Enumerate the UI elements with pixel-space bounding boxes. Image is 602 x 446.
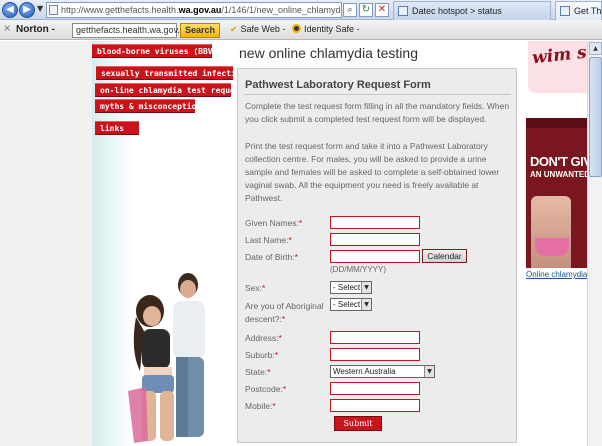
required-mark: * [298, 218, 303, 228]
sex-label: Sex:* [245, 283, 266, 293]
ad-subheadline: AN UNWANTED SU [530, 170, 587, 179]
browser-toolbar: ◀ ▶ ▼ http://www.getthefacts.health.wa.g… [0, 0, 602, 20]
postcode-label: Postcode:* [245, 384, 287, 394]
history-dropdown-icon[interactable]: ▼ [37, 4, 43, 13]
search-dropdown-icon[interactable]: ⌕ [343, 3, 357, 17]
dob-format-hint: (DD/MM/YYYY) [330, 265, 386, 274]
dob-label: Date of Birth:* [245, 252, 298, 262]
logo-text: wim stokie [531, 41, 587, 69]
tab-favicon-icon [560, 6, 570, 16]
required-mark: * [278, 333, 282, 343]
state-label: State:* [245, 367, 271, 377]
required-mark: * [281, 314, 286, 324]
state-select-value: Western Australia [333, 367, 396, 376]
safe-web-menu[interactable]: ✔ Safe Web - [230, 24, 285, 35]
required-mark: * [294, 252, 298, 262]
ad-figure [531, 196, 571, 268]
required-mark: * [267, 367, 271, 377]
norton-menu[interactable]: Norton - [16, 24, 55, 35]
form-intro-2: Print the test request form and take it … [245, 141, 500, 203]
form-intro-1: Complete the test request form filling i… [245, 101, 510, 124]
chlamydia-ad-banner[interactable]: DON'T GIVE AN UNWANTED SU [526, 118, 587, 268]
ad-top-bar [526, 118, 587, 128]
ad-figure-detail [535, 238, 569, 256]
scroll-up-icon[interactable]: ▲ [589, 42, 602, 55]
required-mark: * [274, 350, 279, 360]
forward-button[interactable]: ▶ [19, 2, 35, 18]
last-name-label: Last Name:* [245, 235, 292, 245]
mobile-field[interactable] [330, 399, 420, 412]
given-names-label: Given Names:* [245, 218, 303, 228]
norton-search-button[interactable]: Search [180, 23, 220, 38]
safe-web-label: Safe Web - [240, 24, 286, 34]
norton-search-input[interactable]: getthefacts.health.wa.gov.au [72, 23, 190, 38]
sidebar-item-test-request[interactable]: on-line chlamydia test request [95, 83, 231, 97]
sidebar-item-links[interactable]: links [95, 121, 139, 135]
request-form: Pathwest Laboratory Request Form Complet… [237, 68, 517, 443]
refresh-icon[interactable]: ↻ [359, 3, 373, 17]
required-mark: * [288, 235, 292, 245]
wim-stokie-logo[interactable]: wim stokie [528, 41, 587, 93]
form-divider [244, 94, 511, 95]
given-names-field[interactable] [330, 216, 420, 229]
identity-safe-icon [292, 24, 301, 33]
tab-label: Get The Facts - new online chlamydia tes… [574, 6, 602, 16]
mobile-label: Mobile:* [245, 401, 276, 411]
postcode-field[interactable] [330, 382, 420, 395]
norton-toolbar: × Norton - getthefacts.health.wa.gov.au … [0, 20, 602, 40]
url-suffix: /1/146/1/new_online_chlamydia_testing.pm [221, 5, 341, 15]
dob-field[interactable] [330, 250, 420, 263]
sidebar-item-bbv[interactable]: blood-borne viruses (BBVs) [92, 44, 212, 58]
address-label: Address:* [245, 333, 282, 343]
vertical-scrollbar[interactable]: ▲ [587, 41, 602, 446]
dropdown-arrow-icon: ▼ [361, 299, 371, 310]
form-title: Pathwest Laboratory Request Form [245, 79, 431, 91]
ad-link[interactable]: Online chlamydia te [526, 270, 587, 279]
suburb-label: Suburb:* [245, 350, 279, 360]
left-background [0, 41, 92, 446]
identity-safe-menu[interactable]: Identity Safe - [292, 24, 360, 34]
aboriginal-select[interactable]: - Select - ▼ [330, 298, 372, 311]
required-mark: * [262, 283, 266, 293]
address-field[interactable] [330, 331, 420, 344]
checkmark-icon: ✔ [230, 25, 238, 35]
ad-headline: DON'T GIVE [530, 154, 587, 169]
couple-photo [128, 273, 205, 443]
address-bar[interactable]: http://www.getthefacts.health.wa.gov.au/… [46, 2, 342, 18]
suburb-field[interactable] [330, 348, 420, 361]
page-content: blood-borne viruses (BBVs) sexually tran… [0, 41, 587, 446]
url-prefix: http://www.getthefacts.health. [61, 5, 179, 15]
calendar-button[interactable]: Calendar [422, 249, 467, 263]
required-mark: * [272, 401, 276, 411]
page-icon [49, 5, 58, 15]
tab-get-the-facts[interactable]: Get The Facts - new online chlamydia tes… [555, 1, 602, 20]
url-domain: wa.gov.au [178, 5, 222, 15]
scroll-thumb[interactable] [589, 57, 602, 177]
stop-icon[interactable]: ✕ [375, 3, 389, 17]
dropdown-arrow-icon: ▼ [361, 282, 371, 293]
tab-favicon-icon [398, 6, 408, 16]
sex-select[interactable]: - Select - ▼ [330, 281, 372, 294]
dropdown-arrow-icon: ▼ [424, 366, 434, 377]
aboriginal-label: Are you of Aboriginal descent?:* [245, 301, 324, 324]
back-button[interactable]: ◀ [2, 2, 18, 18]
close-icon[interactable]: × [3, 23, 11, 34]
page-title: new online chlamydia testing [239, 45, 418, 61]
state-select[interactable]: Western Australia ▼ [330, 365, 435, 378]
sidebar-item-sti[interactable]: sexually transmitted infections (STIs) [96, 66, 233, 80]
sidebar-item-myths[interactable]: myths & misconceptions [95, 99, 195, 113]
required-mark: * [282, 384, 287, 394]
tab-datec-hotspot[interactable]: Datec hotspot > status [393, 1, 551, 20]
last-name-field[interactable] [330, 233, 420, 246]
submit-button[interactable]: Submit [334, 416, 382, 431]
tab-label: Datec hotspot > status [412, 6, 502, 16]
identity-safe-label: Identity Safe - [304, 24, 360, 34]
